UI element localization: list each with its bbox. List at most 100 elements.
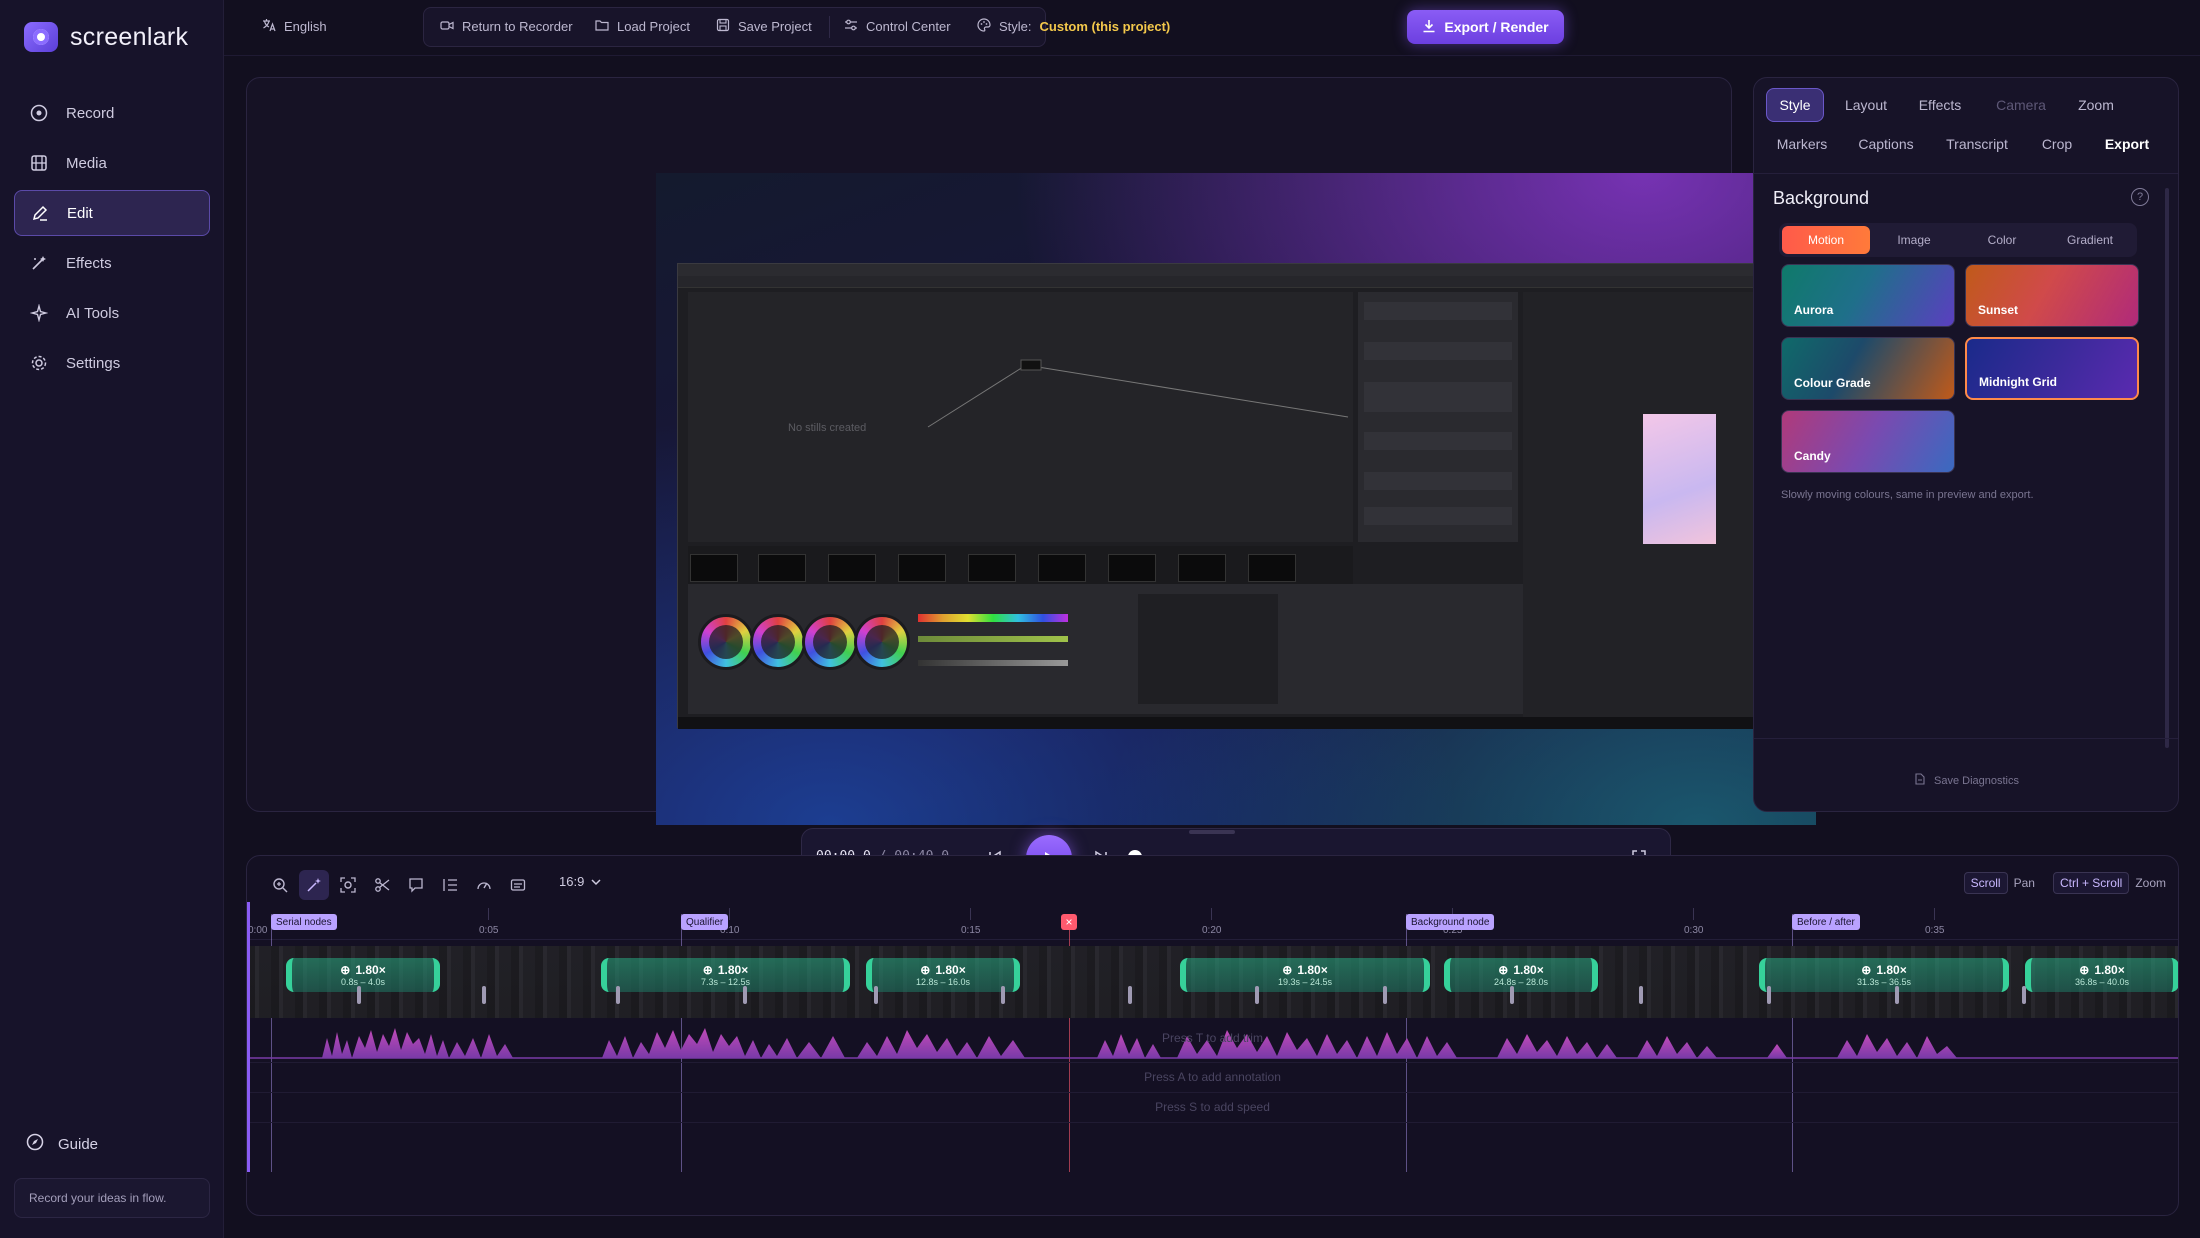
segment-handle[interactable] <box>1895 986 1899 1004</box>
bg-card-label: Aurora <box>1794 303 1834 317</box>
thumb <box>1108 554 1156 582</box>
sidebar-item-settings[interactable]: Settings <box>14 340 210 386</box>
bg-card-aurora[interactable]: Aurora <box>1781 264 1955 327</box>
segment-handle[interactable] <box>616 986 620 1004</box>
remove-marker-icon[interactable]: × <box>1061 914 1077 930</box>
tab-captions[interactable]: Captions <box>1846 127 1926 161</box>
tab-transcript[interactable]: Transcript <box>1934 127 2020 161</box>
scope-panel <box>1138 594 1278 704</box>
zoom-segment[interactable]: ⊕ 1.80× 19.3s – 24.5s <box>1180 958 1430 992</box>
cut-tool[interactable] <box>367 870 397 900</box>
preview-canvas[interactable]: No stills created <box>656 173 1816 825</box>
sidebar-item-edit[interactable]: Edit <box>14 190 210 236</box>
camera-icon <box>440 18 454 35</box>
zoom-segment[interactable]: ⊕ 1.80× 31.3s – 36.5s <box>1759 958 2009 992</box>
tab-zoom[interactable]: Zoom <box>2066 88 2126 122</box>
saturation-bar <box>918 636 1068 642</box>
thumb <box>898 554 946 582</box>
segment-handle[interactable] <box>2022 986 2026 1004</box>
bg-type-color[interactable]: Color <box>1958 226 2046 254</box>
zoom-segment[interactable]: ⊕ 1.80× 0.8s – 4.0s <box>286 958 440 992</box>
luminance-bar <box>918 660 1068 666</box>
bg-card-candy[interactable]: Candy <box>1781 410 1955 473</box>
save-diagnostics-button[interactable]: Save Diagnostics <box>1914 773 2019 788</box>
sidebar-item-label: Media <box>66 154 107 172</box>
comment-icon <box>409 878 423 893</box>
tick-label: 0:15 <box>961 925 981 936</box>
save-project-button[interactable]: Save Project <box>716 18 812 35</box>
return-label: Return to Recorder <box>462 19 573 34</box>
bg-card-midnight-grid[interactable]: Midnight Grid <box>1965 337 2139 400</box>
scroll-key: Scroll <box>1963 872 2008 894</box>
zoom-segment[interactable]: ⊕ 1.80× 24.8s – 28.0s <box>1444 958 1598 992</box>
annotation-tool[interactable] <box>401 870 431 900</box>
zoom-tool[interactable] <box>265 870 295 900</box>
playhead[interactable] <box>247 902 250 1172</box>
tab-export[interactable]: Export <box>2094 127 2160 161</box>
tab-crop[interactable]: Crop <box>2028 127 2086 161</box>
zoom-segment[interactable]: ⊕ 1.80× 7.3s – 12.5s <box>601 958 850 992</box>
segment-handle[interactable] <box>1639 986 1643 1004</box>
tab-style[interactable]: Style <box>1766 88 1824 122</box>
segment-handle[interactable] <box>743 986 747 1004</box>
lane-divider <box>247 1062 2178 1063</box>
marker-before-after[interactable]: Before / after <box>1792 914 1860 930</box>
annotation-hint: Press A to add annotation <box>1144 1070 1281 1084</box>
tick-label: 0:20 <box>1202 925 1222 936</box>
marker-serial-nodes[interactable]: Serial nodes <box>271 914 337 930</box>
guide-link[interactable]: Guide <box>26 1133 98 1155</box>
tab-layout[interactable]: Layout <box>1834 88 1898 122</box>
bg-type-gradient[interactable]: Gradient <box>2046 226 2134 254</box>
section-title: Background <box>1773 188 1870 208</box>
segment-handle[interactable] <box>482 986 486 1004</box>
segment-handle[interactable] <box>1001 986 1005 1004</box>
style-selector[interactable]: Style: Custom (this project) <box>977 18 1170 35</box>
sidebar-item-effects[interactable]: Effects <box>14 240 210 286</box>
panel-scrollbar[interactable] <box>2165 188 2169 748</box>
bg-type-motion[interactable]: Motion <box>1782 226 1870 254</box>
bg-card-sunset[interactable]: Sunset <box>1965 264 2139 327</box>
tick <box>488 908 489 920</box>
sidebar-item-ai-tools[interactable]: AI Tools <box>14 290 210 336</box>
aspect-ratio-select[interactable]: 16:9 <box>559 874 602 889</box>
bg-card-colour-grade[interactable]: Colour Grade <box>1781 337 1955 400</box>
return-to-recorder-button[interactable]: Return to Recorder <box>440 18 573 35</box>
segment-handle[interactable] <box>1128 986 1132 1004</box>
recorded-node-editor: No stills created <box>688 292 1353 542</box>
speed-tool[interactable] <box>469 870 499 900</box>
bg-type-image[interactable]: Image <box>1870 226 1958 254</box>
thumb <box>1248 554 1296 582</box>
marker-qualifier[interactable]: Qualifier <box>681 914 729 930</box>
zoom-segment[interactable]: ⊕ 1.80× 12.8s – 16.0s <box>866 958 1020 992</box>
recorded-thumbnails <box>688 546 1353 586</box>
captions-tool[interactable] <box>503 870 533 900</box>
tab-markers[interactable]: Markers <box>1766 127 1838 161</box>
tab-camera[interactable]: Camera <box>1986 88 2056 122</box>
zoom-segment[interactable]: ⊕ 1.80× 36.8s – 40.0s <box>2025 958 2178 992</box>
record-icon <box>30 104 48 122</box>
segment-handle[interactable] <box>1383 986 1387 1004</box>
segment-handle[interactable] <box>1767 986 1771 1004</box>
control-center-button[interactable]: Control Center <box>844 18 951 35</box>
resize-handle[interactable] <box>1189 830 1235 834</box>
segment-handle[interactable] <box>874 986 878 1004</box>
export-render-button[interactable]: Export / Render <box>1407 10 1564 44</box>
segment-handle[interactable] <box>1510 986 1514 1004</box>
segment-handle[interactable] <box>357 986 361 1004</box>
help-icon[interactable]: ? <box>2131 188 2149 206</box>
load-project-button[interactable]: Load Project <box>595 18 690 35</box>
app-logo[interactable]: screenlark <box>24 22 188 52</box>
sidebar-item-media[interactable]: Media <box>14 140 210 186</box>
effects-icon <box>30 254 48 272</box>
chapters-tool[interactable] <box>435 870 465 900</box>
sidebar-item-record[interactable]: Record <box>14 90 210 136</box>
segment-handle[interactable] <box>1255 986 1259 1004</box>
focus-tool[interactable] <box>333 870 363 900</box>
navigation-hints: Scroll Pan Ctrl + Scroll Zoom <box>1963 872 2166 894</box>
language-selector[interactable]: English <box>262 18 327 35</box>
timeline-ruler[interactable]: 0:00 0:05 0:10 0:15 0:20 0:25 0:30 0:35 <box>247 908 2178 940</box>
tab-effects[interactable]: Effects <box>1908 88 1972 122</box>
magic-tool[interactable] <box>299 870 329 900</box>
trim-hint: Press T to add trim <box>1162 1031 1263 1045</box>
marker-background-node[interactable]: Background node <box>1406 914 1495 930</box>
